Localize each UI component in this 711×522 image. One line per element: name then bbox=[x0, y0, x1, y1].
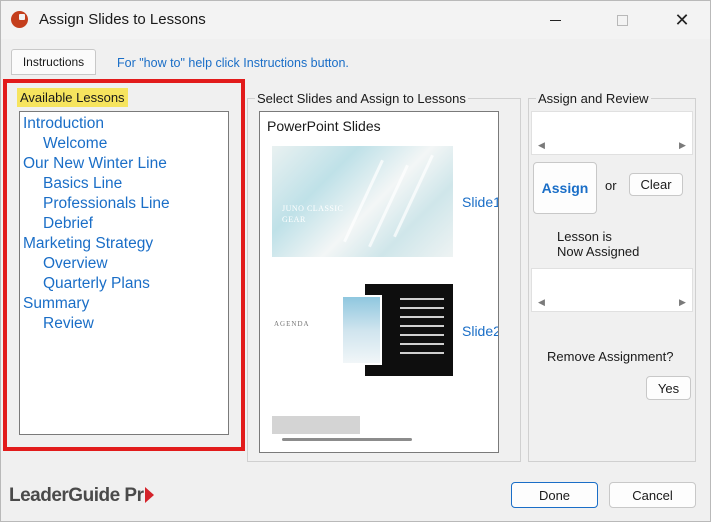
lesson-item[interactable]: Welcome bbox=[43, 135, 107, 153]
play-icon bbox=[144, 487, 154, 503]
minimize-icon bbox=[549, 19, 561, 21]
slide-caption: AGENDA bbox=[274, 320, 310, 328]
lesson-item[interactable]: Overview bbox=[43, 255, 108, 273]
assigned-slides-list[interactable]: ◀ ▶ bbox=[531, 111, 693, 155]
lesson-item[interactable]: Our New Winter Line bbox=[23, 155, 167, 173]
assign-section-label: Assign and Review bbox=[536, 91, 651, 106]
clear-button[interactable]: Clear bbox=[629, 173, 683, 196]
done-button[interactable]: Done bbox=[511, 482, 598, 508]
cancel-button[interactable]: Cancel bbox=[609, 482, 696, 508]
or-label: or bbox=[605, 178, 617, 193]
assign-button[interactable]: Assign bbox=[533, 162, 597, 214]
remove-assignment-label: Remove Assignment? bbox=[547, 349, 674, 364]
instructions-button[interactable]: Instructions bbox=[11, 49, 96, 75]
maximize-icon bbox=[616, 14, 628, 26]
powerpoint-icon bbox=[11, 11, 28, 28]
lesson-item[interactable]: Marketing Strategy bbox=[23, 235, 153, 253]
slides-panel-title: PowerPoint Slides bbox=[267, 118, 381, 134]
lesson-item[interactable]: Quarterly Plans bbox=[43, 275, 150, 293]
slide-image bbox=[341, 295, 382, 365]
slide-thumbnail[interactable] bbox=[272, 416, 360, 434]
window-title: Assign Slides to Lessons bbox=[39, 11, 206, 28]
lesson-item[interactable]: Debrief bbox=[43, 215, 93, 233]
lesson-item[interactable]: Summary bbox=[23, 295, 89, 313]
title-bar: Assign Slides to Lessons ✕ bbox=[1, 1, 710, 39]
slide-thumbnail[interactable]: AGENDA bbox=[272, 284, 453, 376]
slide-link[interactable]: Slide2 bbox=[462, 323, 498, 339]
close-button[interactable]: ✕ bbox=[659, 7, 705, 33]
help-text: For "how to" help click Instructions but… bbox=[117, 56, 349, 70]
scroll-right-icon[interactable]: ▶ bbox=[679, 297, 686, 308]
maximize-button bbox=[599, 7, 645, 33]
lesson-item[interactable]: Basics Line bbox=[43, 175, 122, 193]
lesson-item[interactable]: Introduction bbox=[23, 115, 104, 133]
scroll-left-icon[interactable]: ◀ bbox=[538, 297, 545, 308]
slides-panel[interactable]: PowerPoint Slides JUNO CLASSIC GEAR Slid… bbox=[259, 111, 499, 453]
assigned-lessons-list[interactable]: ◀ ▶ bbox=[531, 268, 693, 312]
slide-caption: JUNO CLASSIC GEAR bbox=[282, 204, 344, 224]
scroll-left-icon[interactable]: ◀ bbox=[538, 140, 545, 151]
slide-thumbnail[interactable]: JUNO CLASSIC GEAR bbox=[272, 146, 453, 257]
horizontal-scrollbar[interactable] bbox=[282, 438, 412, 441]
assignment-status: Lesson is Now Assigned bbox=[557, 229, 640, 259]
slide-link[interactable]: Slide1 bbox=[462, 194, 498, 210]
minimize-button[interactable] bbox=[532, 7, 578, 33]
lesson-item[interactable]: Review bbox=[43, 315, 94, 333]
lessons-list[interactable]: Introduction Welcome Our New Winter Line… bbox=[19, 111, 229, 435]
scroll-right-icon[interactable]: ▶ bbox=[679, 140, 686, 151]
slides-section-label: Select Slides and Assign to Lessons bbox=[255, 91, 468, 106]
leaderguide-logo: LeaderGuide Pr bbox=[9, 485, 154, 507]
available-lessons-label: Available Lessons bbox=[17, 88, 128, 107]
lesson-item[interactable]: Professionals Line bbox=[43, 195, 170, 213]
dialog-window: Assign Slides to Lessons ✕ Instructions … bbox=[0, 0, 711, 522]
yes-button[interactable]: Yes bbox=[646, 376, 691, 400]
